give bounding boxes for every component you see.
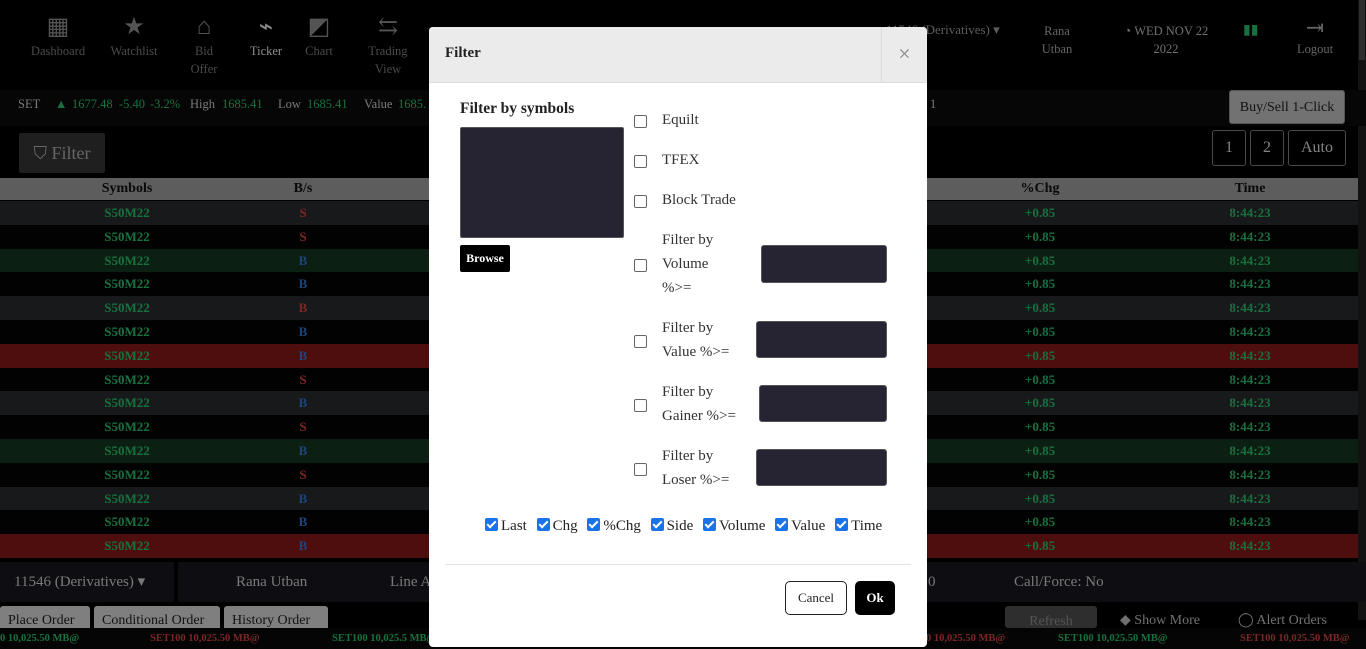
checkbox-checked-icon	[703, 518, 717, 531]
browse-button[interactable]: Browse	[460, 245, 510, 272]
checkbox-checked-icon	[485, 518, 498, 531]
value-filter-label: Filter by Value %>=	[662, 320, 730, 360]
column-label: Side	[666, 518, 694, 534]
checkbox-checked-icon	[536, 518, 550, 531]
column-toggle-pchg[interactable]: %Chg	[587, 518, 641, 534]
tfex-checkbox[interactable]	[634, 155, 647, 168]
checkbox-checked-icon	[650, 518, 664, 531]
checkbox-checked-icon	[775, 518, 789, 531]
block-trade-checkbox[interactable]	[634, 195, 647, 208]
loser-filter-checkbox[interactable]	[634, 463, 647, 476]
volume-filter-label: Filter by Volume %>=	[662, 232, 714, 296]
volume-filter-input[interactable]	[761, 245, 887, 283]
close-icon[interactable]: ×	[881, 27, 927, 83]
column-toggle-time[interactable]: Time	[835, 518, 882, 534]
column-toggle-last[interactable]: Last	[485, 518, 527, 534]
block-trade-label: Block Trade	[662, 192, 736, 208]
modal-header: Filter ×	[429, 27, 927, 83]
column-label: Volume	[719, 518, 766, 534]
column-toggle-volume[interactable]: Volume	[703, 518, 765, 534]
gainer-filter-input[interactable]	[759, 385, 887, 422]
column-label: Last	[501, 518, 527, 534]
column-toggle-side[interactable]: Side	[650, 518, 694, 534]
app-root: ▦ Dashboard ★ Watchlist ⌂ Bid Offer ⌁ Ti…	[0, 0, 1366, 649]
modal-title: Filter	[445, 45, 481, 61]
column-label: Time	[851, 518, 883, 534]
column-label: Value	[791, 518, 826, 534]
column-label: Chg	[552, 518, 578, 534]
loser-filter-input[interactable]	[756, 449, 887, 486]
loser-filter-label: Filter by Loser %>=	[662, 448, 730, 488]
modal-divider	[445, 564, 911, 565]
filter-symbols-label: Filter by symbols	[460, 100, 575, 117]
gainer-filter-label: Filter by Gainer %>=	[662, 384, 736, 424]
equity-label: Equilt	[662, 112, 699, 128]
column-toggle-chg[interactable]: Chg	[536, 518, 578, 534]
column-label: %Chg	[603, 518, 641, 534]
volume-filter-checkbox[interactable]	[634, 259, 647, 272]
equity-checkbox[interactable]	[634, 115, 647, 128]
ok-button[interactable]: Ok	[855, 581, 895, 615]
gainer-filter-checkbox[interactable]	[634, 399, 647, 412]
value-filter-checkbox[interactable]	[634, 335, 647, 348]
filter-modal: Filter × Filter by symbols Browse Equilt…	[429, 27, 927, 647]
cancel-button[interactable]: Cancel	[785, 581, 847, 615]
symbols-textarea[interactable]	[460, 127, 624, 238]
column-toggle-value[interactable]: Value	[775, 518, 825, 534]
column-toggles: Last Chg %Chg Side Volume Value Time	[485, 518, 888, 535]
tfex-label: TFEX	[662, 152, 700, 168]
checkbox-checked-icon	[835, 518, 849, 531]
value-filter-input[interactable]	[756, 321, 887, 358]
checkbox-checked-icon	[587, 518, 601, 531]
